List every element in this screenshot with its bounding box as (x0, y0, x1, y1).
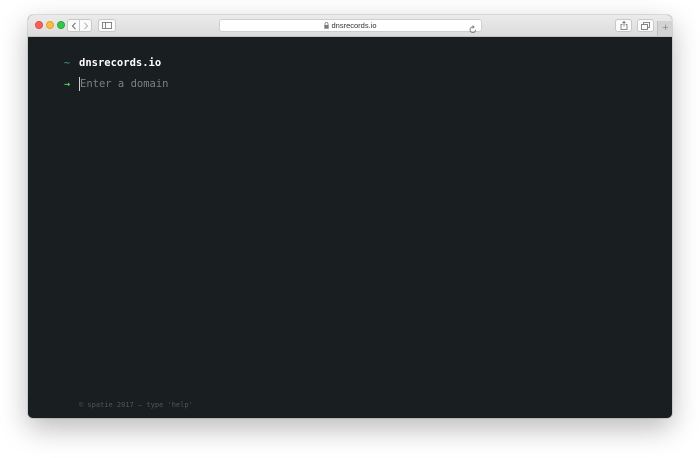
close-window-button[interactable] (35, 21, 43, 29)
address-url: dnsrecords.io (220, 20, 481, 31)
new-tab-button[interactable]: + (657, 21, 672, 36)
tabs-overview-button[interactable] (637, 19, 654, 32)
share-button[interactable] (615, 19, 632, 32)
share-icon (620, 21, 628, 30)
sidebar-toggle-button[interactable] (98, 19, 116, 32)
browser-window: dnsrecords.io + ~ dnsrecords.io → Enter … (28, 15, 672, 418)
footer-text: © spatie 2017 — type 'help' (79, 401, 193, 409)
minimize-window-button[interactable] (46, 21, 54, 29)
terminal-area[interactable]: ~ dnsrecords.io → © spatie 2017 — type '… (28, 37, 672, 418)
input-row: → (64, 77, 380, 91)
sidebar-icon (102, 22, 112, 29)
lock-icon (324, 22, 330, 29)
chevron-right-icon (83, 21, 89, 30)
url-text: dnsrecords.io (331, 21, 377, 30)
address-bar[interactable]: dnsrecords.io (219, 19, 482, 34)
chevron-left-icon (71, 21, 77, 30)
maximize-window-button[interactable] (57, 21, 65, 29)
domain-input[interactable] (79, 77, 380, 91)
browser-toolbar: dnsrecords.io + (28, 15, 672, 37)
plus-icon: + (662, 22, 669, 34)
tilde-prompt: ~ (64, 57, 71, 69)
site-title: dnsrecords.io (79, 57, 162, 69)
title-row: ~ dnsrecords.io (64, 57, 161, 69)
tabs-overview-icon (641, 21, 650, 30)
arrow-prompt-icon: → (64, 78, 71, 90)
forward-button[interactable] (79, 19, 92, 32)
